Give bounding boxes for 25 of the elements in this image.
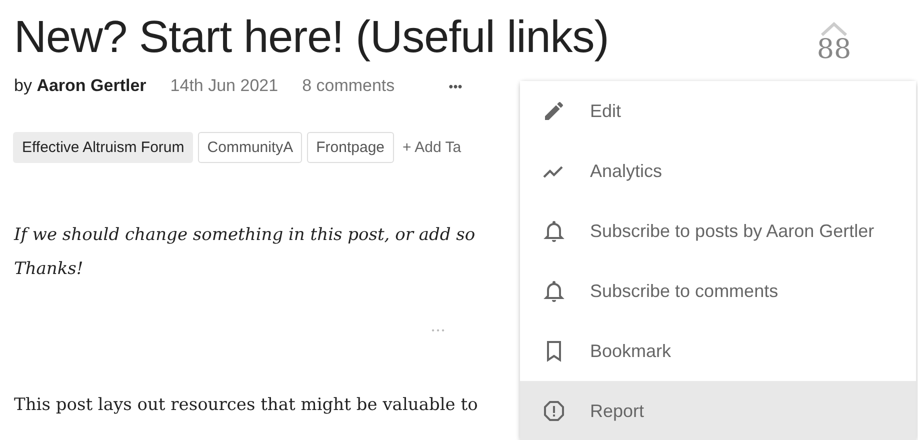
add-tag-link[interactable]: + Add Ta <box>402 139 462 156</box>
menu-item[interactable]: Analytics <box>520 141 916 201</box>
menu-item[interactable]: Subscribe to comments <box>520 261 916 321</box>
report-icon <box>542 399 566 423</box>
tag-chip[interactable]: Effective Altruism Forum <box>13 132 194 163</box>
upvote-icon[interactable] <box>820 22 848 36</box>
comments-link[interactable]: 8 comments <box>302 76 395 96</box>
note-line: If we should change something in this post, or add so <box>14 224 476 247</box>
post-title: New? Start here! (Useful links) <box>14 10 609 64</box>
menu-item[interactable]: Report <box>520 381 916 440</box>
vote-score: 88 <box>816 36 852 64</box>
author-byline[interactable]: by Aaron Gertler <box>14 76 146 96</box>
more-options-button[interactable]: ••• <box>448 79 462 94</box>
menu-item[interactable]: Bookmark <box>520 321 916 381</box>
tag-chip[interactable]: CommunityA <box>198 132 302 163</box>
post-date: 14th Jun 2021 <box>170 76 278 96</box>
section-separator: • • • <box>432 326 444 335</box>
menu-item[interactable]: Subscribe to posts by Aaron Gertler <box>520 201 916 261</box>
tag-chip[interactable]: Frontpage <box>307 132 394 163</box>
bell-icon <box>542 279 566 303</box>
pencil-icon <box>542 99 566 123</box>
note-line: Thanks! <box>14 258 84 281</box>
menu-item[interactable]: Edit <box>520 81 916 141</box>
body-paragraph: This post lays out resources that might be valuable to <box>14 395 478 415</box>
bell-icon <box>542 219 566 243</box>
